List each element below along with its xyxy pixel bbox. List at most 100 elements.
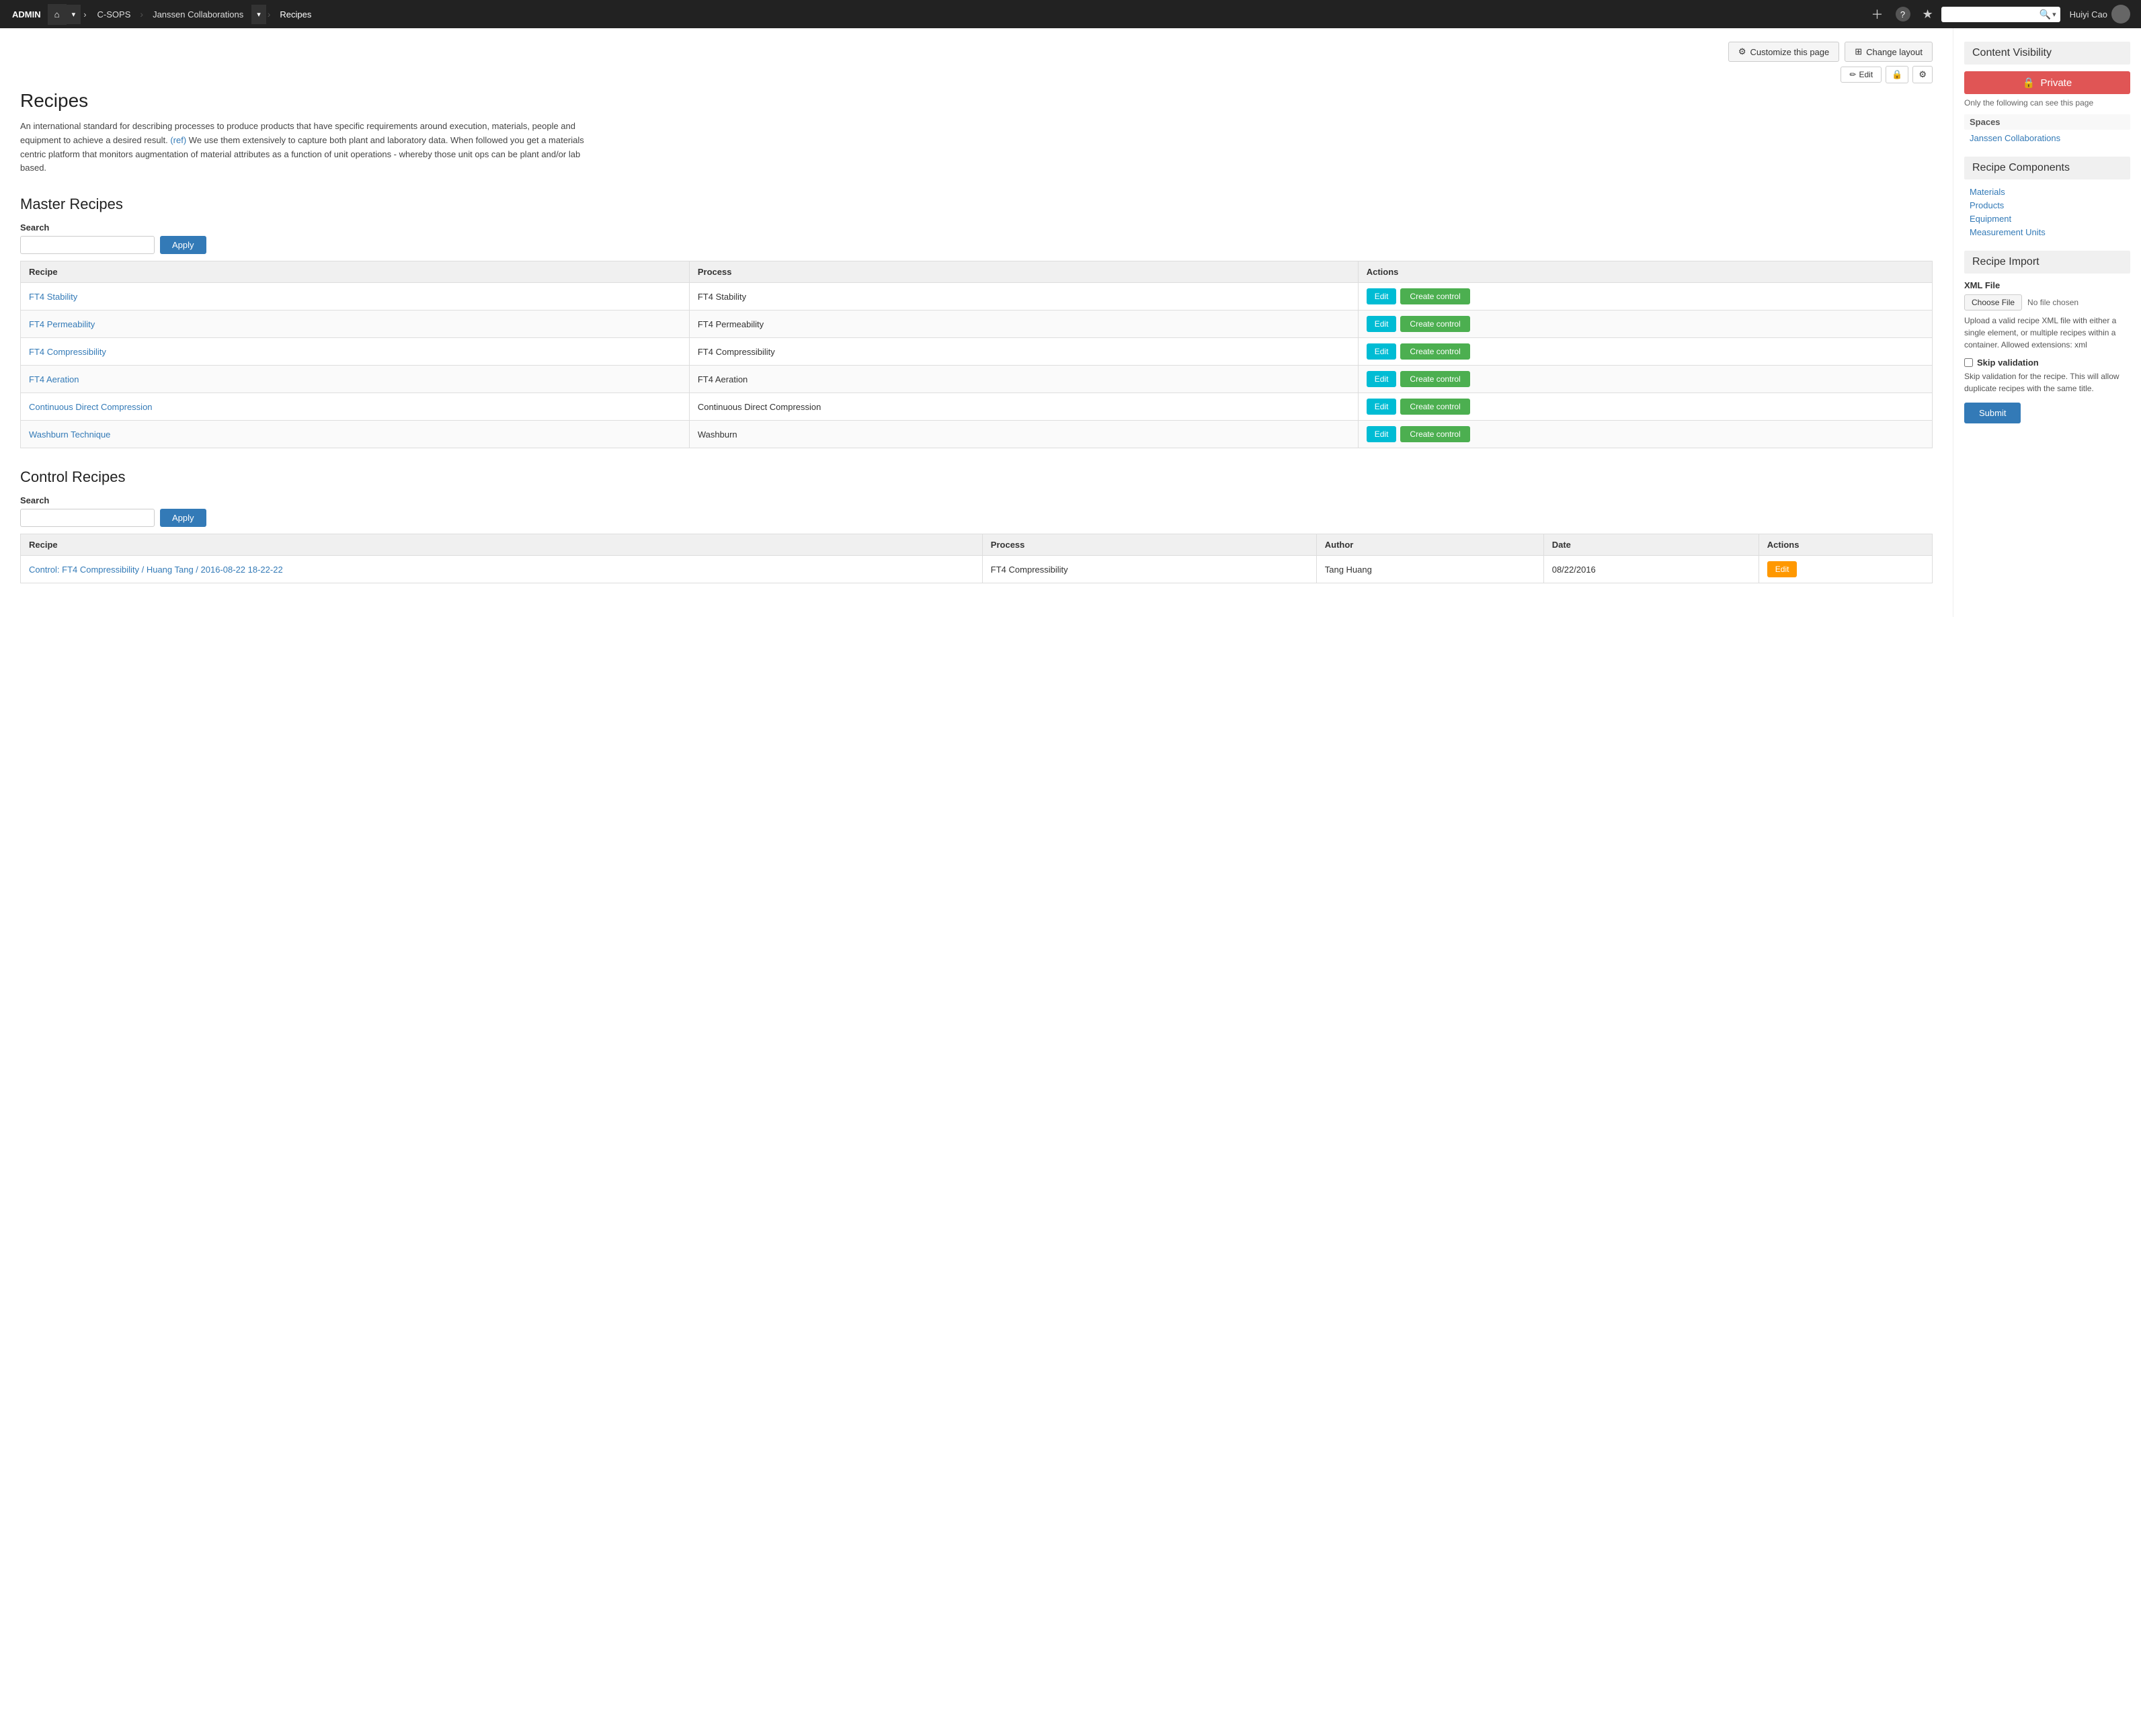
- master-apply-button[interactable]: Apply: [160, 236, 206, 254]
- control-search-input[interactable]: [20, 509, 155, 527]
- spaces-label: Spaces: [1964, 114, 2130, 130]
- table-row: FT4 Stability FT4 Stability Edit Create …: [21, 283, 1933, 311]
- master-recipes-title: Master Recipes: [20, 196, 1933, 213]
- lock-button[interactable]: 🔒: [1886, 66, 1908, 83]
- spaces-link[interactable]: Janssen Collaborations: [1964, 133, 2066, 143]
- process-cell: FT4 Aeration: [689, 366, 1358, 393]
- master-recipes-table: Recipe Process Actions FT4 Stability FT4…: [20, 261, 1933, 448]
- create-control-button[interactable]: Create control: [1400, 399, 1469, 415]
- recipe-cell: FT4 Stability: [21, 283, 690, 311]
- ref-link[interactable]: (ref): [170, 135, 186, 145]
- janssen-caret-icon: ▾: [257, 11, 261, 19]
- home-dropdown-button[interactable]: ▾: [67, 5, 81, 24]
- create-control-button[interactable]: Create control: [1400, 316, 1469, 332]
- ctrl-actions-cell: Edit: [1759, 556, 1932, 583]
- edit-recipe-button[interactable]: Edit: [1367, 426, 1397, 442]
- list-item: Materials: [1970, 186, 2125, 197]
- lock-icon: 🔒: [1892, 69, 1902, 79]
- private-button[interactable]: 🔒 Private: [1964, 71, 2130, 94]
- measurement-units-link[interactable]: Measurement Units: [1970, 227, 2046, 237]
- list-item: Equipment: [1970, 213, 2125, 224]
- create-control-button[interactable]: Create control: [1400, 426, 1469, 442]
- skip-validation-checkbox[interactable]: [1964, 358, 1973, 367]
- table-row: FT4 Permeability FT4 Permeability Edit C…: [21, 311, 1933, 338]
- recipe-import-section: Recipe Import XML File Choose File No fi…: [1964, 251, 2130, 423]
- edit-recipe-button[interactable]: Edit: [1367, 371, 1397, 387]
- edit-recipe-button[interactable]: Edit: [1367, 288, 1397, 304]
- content-visibility-title: Content Visibility: [1964, 42, 2130, 65]
- breadcrumb-janssen[interactable]: Janssen Collaborations: [145, 9, 251, 19]
- actions-cell: Edit Create control: [1358, 283, 1932, 311]
- recipe-link[interactable]: FT4 Stability: [29, 292, 77, 302]
- master-search-input[interactable]: [20, 236, 155, 254]
- edit-button[interactable]: ✏ Edit: [1841, 67, 1882, 83]
- control-apply-button[interactable]: Apply: [160, 509, 206, 527]
- janssen-dropdown-button[interactable]: ▾: [251, 5, 266, 24]
- recipe-link[interactable]: FT4 Compressibility: [29, 347, 106, 357]
- recipe-cell: FT4 Compressibility: [21, 338, 690, 366]
- page-content: ⚙ Customize this page ⊞ Change layout ✏ …: [0, 28, 1953, 617]
- content-visibility-section: Content Visibility 🔒 Private Only the fo…: [1964, 42, 2130, 143]
- help-button[interactable]: ?: [1892, 4, 1914, 25]
- col-recipe: Recipe: [21, 261, 690, 283]
- recipe-components-links: Materials Products Equipment Measurement…: [1964, 186, 2130, 237]
- breadcrumb-separator-2: ›: [138, 9, 145, 19]
- recipe-link[interactable]: Washburn Technique: [29, 429, 110, 440]
- control-search-label: Search: [20, 495, 1933, 505]
- actions-cell: Edit Create control: [1358, 393, 1932, 421]
- settings-button[interactable]: ⚙: [1912, 66, 1933, 83]
- search-icon[interactable]: 🔍: [2039, 9, 2051, 20]
- process-cell: Washburn: [689, 421, 1358, 448]
- change-layout-label: Change layout: [1866, 47, 1923, 57]
- recipe-import-title: Recipe Import: [1964, 251, 2130, 274]
- page-top-actions: ⚙ Customize this page ⊞ Change layout: [20, 42, 1933, 62]
- ctrl-author-cell: Tang Huang: [1316, 556, 1543, 583]
- recipe-cell: FT4 Aeration: [21, 366, 690, 393]
- col-process: Process: [689, 261, 1358, 283]
- page-description: An international standard for describing…: [20, 120, 585, 175]
- breadcrumb-separator-3: ›: [266, 9, 272, 19]
- recipe-link[interactable]: FT4 Permeability: [29, 319, 95, 329]
- control-search-row: Apply: [20, 509, 1933, 527]
- breadcrumb-csops[interactable]: C-SOPS: [89, 9, 139, 19]
- create-control-button[interactable]: Create control: [1400, 371, 1469, 387]
- edit-ctrl-button[interactable]: Edit: [1767, 561, 1797, 577]
- visibility-note: Only the following can see this page: [1964, 98, 2130, 108]
- user-menu[interactable]: Huiyi Cao: [2064, 5, 2136, 24]
- choose-file-button[interactable]: Choose File: [1964, 294, 2022, 311]
- create-control-button[interactable]: Create control: [1400, 288, 1469, 304]
- lock-private-icon: 🔒: [2023, 77, 2035, 89]
- actions-cell: Edit Create control: [1358, 311, 1932, 338]
- col-ctrl-recipe: Recipe: [21, 534, 983, 556]
- private-label: Private: [2041, 77, 2072, 89]
- products-link[interactable]: Products: [1970, 200, 2004, 210]
- home-button[interactable]: ⌂: [48, 4, 67, 25]
- edit-recipe-button[interactable]: Edit: [1367, 316, 1397, 332]
- favorites-button[interactable]: ★: [1918, 5, 1937, 24]
- edit-recipe-button[interactable]: Edit: [1367, 343, 1397, 360]
- equipment-link[interactable]: Equipment: [1970, 214, 2011, 224]
- materials-link[interactable]: Materials: [1970, 187, 2005, 197]
- create-control-button[interactable]: Create control: [1400, 343, 1469, 360]
- global-search-input[interactable]: [1945, 9, 2039, 19]
- col-ctrl-date: Date: [1543, 534, 1759, 556]
- breadcrumb-separator-1: ›: [81, 9, 89, 19]
- breadcrumb-recipes[interactable]: Recipes: [272, 9, 319, 19]
- col-ctrl-process: Process: [982, 534, 1316, 556]
- customize-page-button[interactable]: ⚙ Customize this page: [1728, 42, 1839, 62]
- recipe-link[interactable]: Continuous Direct Compression: [29, 402, 153, 412]
- search-dropdown-icon[interactable]: ▾: [2052, 10, 2056, 19]
- ctrl-recipe-link[interactable]: Control: FT4 Compressibility / Huang Tan…: [29, 565, 283, 575]
- table-row: Continuous Direct Compression Continuous…: [21, 393, 1933, 421]
- edit-row: ✏ Edit 🔒 ⚙: [20, 66, 1933, 83]
- dropdown-caret-icon: ▾: [72, 11, 76, 19]
- table-row: Control: FT4 Compressibility / Huang Tan…: [21, 556, 1933, 583]
- edit-recipe-button[interactable]: Edit: [1367, 399, 1397, 415]
- customize-label: Customize this page: [1750, 47, 1829, 57]
- submit-button[interactable]: Submit: [1964, 403, 2021, 423]
- add-button[interactable]: ＋: [1867, 3, 1888, 26]
- change-layout-button[interactable]: ⊞ Change layout: [1845, 42, 1933, 62]
- recipe-link[interactable]: FT4 Aeration: [29, 374, 79, 384]
- list-item: Measurement Units: [1970, 226, 2125, 237]
- nav-actions: ＋ ? ★ 🔍 ▾ Huiyi Cao: [1867, 3, 2136, 26]
